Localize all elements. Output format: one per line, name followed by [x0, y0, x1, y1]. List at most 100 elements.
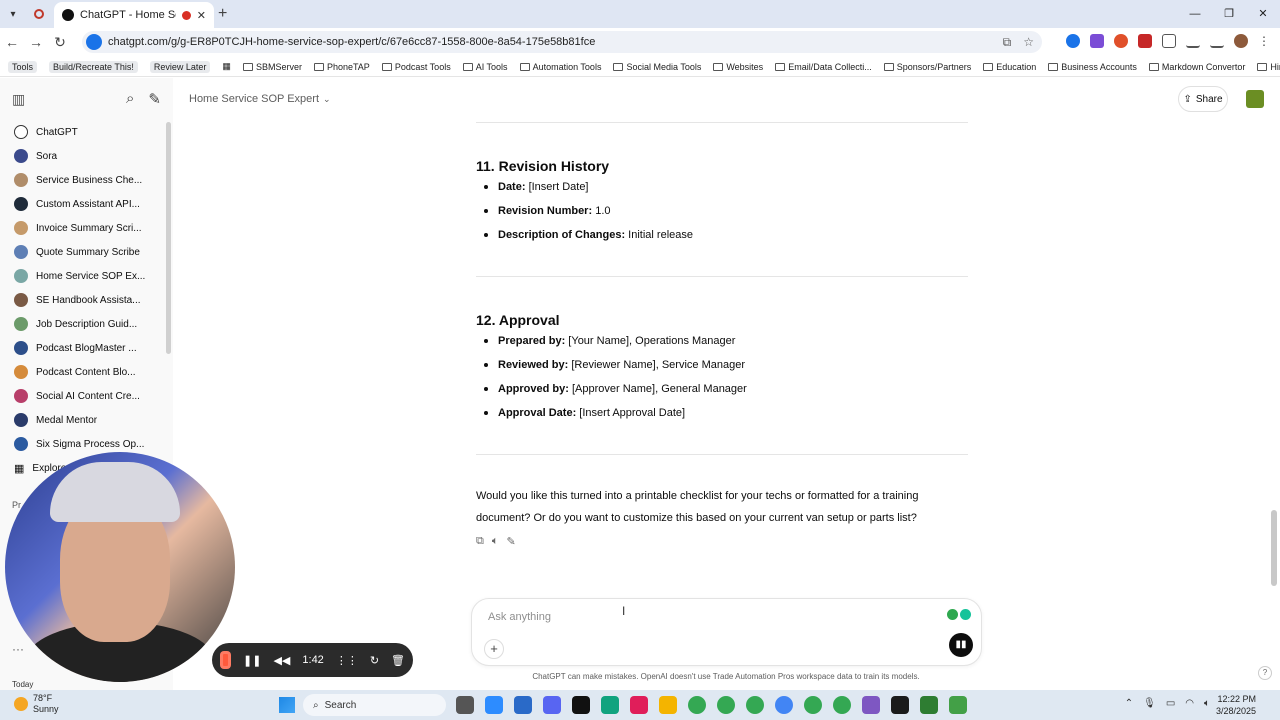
- apps-grid-icon[interactable]: ▦: [222, 61, 231, 72]
- chrome-icon[interactable]: [775, 696, 793, 714]
- start-button[interactable]: [279, 697, 295, 713]
- copy-icon[interactable]: ⧉: [476, 535, 484, 548]
- sidebar-item[interactable]: Sora: [0, 144, 173, 168]
- grid-icon[interactable]: ⋮⋮: [336, 654, 358, 667]
- app-icon[interactable]: [862, 696, 880, 714]
- chatgpt-app-icon[interactable]: [601, 696, 619, 714]
- restart-icon[interactable]: ↻: [370, 654, 379, 667]
- bookmark-item[interactable]: Hiring Tools: [1257, 62, 1280, 72]
- extension-icon[interactable]: [1066, 34, 1080, 48]
- extension-icon[interactable]: [1090, 34, 1104, 48]
- weather-widget[interactable]: 78°F Sunny: [14, 693, 59, 715]
- task-view-icon[interactable]: [456, 696, 474, 714]
- sidebar-item[interactable]: Podcast BlogMaster ...: [0, 336, 173, 360]
- bookmark-item[interactable]: Social Media Tools: [613, 62, 701, 72]
- display-icon[interactable]: ▭: [1166, 698, 1175, 709]
- rewind-icon[interactable]: ◀◀: [273, 654, 290, 667]
- restore-icon[interactable]: ❐: [1212, 0, 1246, 28]
- sidebar-item[interactable]: Invoice Summary Scri...: [0, 216, 173, 240]
- new-tab-icon[interactable]: +: [218, 5, 227, 23]
- site-info-icon[interactable]: [86, 34, 102, 50]
- bookmark-item[interactable]: AI Tools: [462, 62, 508, 72]
- sidebar-item[interactable]: Custom Assistant API...: [0, 192, 173, 216]
- bookmark-item[interactable]: Business Accounts: [1048, 62, 1137, 72]
- add-attachment-icon[interactable]: +: [484, 639, 504, 659]
- extension-icon[interactable]: [1114, 34, 1128, 48]
- sidebar-item[interactable]: Job Description Guid...: [0, 312, 173, 336]
- main-scrollbar[interactable]: [1271, 510, 1277, 586]
- bookmark-item[interactable]: Sponsors/Partners: [883, 62, 971, 72]
- help-icon[interactable]: ?: [1258, 666, 1272, 680]
- sidebar-scrollbar[interactable]: [166, 122, 171, 354]
- file-explorer-icon[interactable]: [659, 696, 677, 714]
- chrome-icon[interactable]: [746, 696, 764, 714]
- delete-icon[interactable]: 🗑︎: [391, 654, 405, 667]
- close-window-icon[interactable]: ✕: [1246, 0, 1280, 28]
- minimize-icon[interactable]: —: [1178, 0, 1212, 28]
- microphone-icon[interactable]: 🎙︎: [1143, 698, 1156, 709]
- wifi-icon[interactable]: ◠: [1185, 698, 1194, 709]
- chrome-icon[interactable]: [717, 696, 735, 714]
- tab-close-icon[interactable]: ✕: [197, 9, 206, 22]
- pause-icon[interactable]: ❚❚: [243, 654, 261, 667]
- tiktok-icon[interactable]: [572, 696, 590, 714]
- sidebar-item[interactable]: Home Service SOP Ex...: [0, 264, 173, 288]
- slack-icon[interactable]: [630, 696, 648, 714]
- gpt-title-dropdown[interactable]: Home Service SOP Expert ⌄: [189, 93, 331, 105]
- bookmark-item[interactable]: Education: [983, 62, 1036, 72]
- discord-icon[interactable]: [543, 696, 561, 714]
- bookmark-item[interactable]: PhoneTAP: [313, 62, 370, 72]
- bookmark-item[interactable]: Automation Tools: [519, 62, 601, 72]
- share-button[interactable]: ⇪ Share: [1178, 86, 1228, 112]
- sidebar-item[interactable]: Social AI Content Cre...: [0, 384, 173, 408]
- sidebar-item[interactable]: Quote Summary Scribe: [0, 240, 173, 264]
- spreadsheet-icon[interactable]: [920, 696, 938, 714]
- taskbar-search[interactable]: ⌕ Search: [303, 694, 446, 716]
- chrome-icon[interactable]: [833, 696, 851, 714]
- tab-list-chevron-icon[interactable]: ▾: [0, 0, 26, 28]
- volume-icon[interactable]: 🔈︎: [1204, 698, 1210, 709]
- chrome-icon[interactable]: [804, 696, 822, 714]
- forward-icon[interactable]: →: [24, 34, 48, 50]
- sidebar-item[interactable]: ChatGPT: [0, 120, 173, 144]
- bookmark-item[interactable]: Build/Recreate This!: [49, 60, 138, 73]
- tray-chevron-icon[interactable]: ⌃: [1125, 698, 1133, 709]
- bookmark-item[interactable]: Email/Data Collecti...: [775, 62, 872, 72]
- reading-list-icon[interactable]: [1186, 34, 1200, 48]
- sidebar-item[interactable]: Six Sigma Process Op...: [0, 432, 173, 456]
- app-icon[interactable]: [949, 696, 967, 714]
- new-chat-icon[interactable]: ✎: [148, 90, 161, 108]
- dollar-app-icon[interactable]: [891, 696, 909, 714]
- edit-icon[interactable]: ✎: [506, 535, 515, 548]
- bookmark-item[interactable]: Markdown Convertor: [1148, 62, 1245, 72]
- sidebar-item[interactable]: SE Handbook Assista...: [0, 288, 173, 312]
- bookmark-item[interactable]: Podcast Tools: [381, 62, 451, 72]
- app-icon[interactable]: [514, 696, 532, 714]
- zoom-icon[interactable]: [485, 696, 503, 714]
- profile-avatar-icon[interactable]: [1234, 34, 1248, 48]
- url-field[interactable]: chatgpt.com/g/g-ER8P0TCJH-home-service-s…: [82, 31, 1042, 53]
- browser-tab-active[interactable]: ChatGPT - Home Service SC ✕: [54, 2, 214, 28]
- sidebar-toggle-icon[interactable]: ▥: [12, 91, 25, 108]
- profile-icon[interactable]: [1246, 90, 1264, 108]
- read-aloud-icon[interactable]: 🔈︎: [492, 535, 499, 548]
- browser-menu-icon[interactable]: ⋮: [1258, 34, 1272, 48]
- voice-mode-icon[interactable]: ▮▮: [949, 633, 973, 657]
- bookmark-item[interactable]: SBMServer: [242, 62, 302, 72]
- stop-recording-button[interactable]: [220, 651, 232, 669]
- sidebar-item[interactable]: Service Business Che...: [0, 168, 173, 192]
- search-icon[interactable]: ⌕: [126, 90, 134, 108]
- prompt-input[interactable]: [488, 609, 928, 625]
- system-clock[interactable]: 12:22 PM 3/28/2025: [1216, 693, 1256, 717]
- grammarly-icon[interactable]: [960, 609, 971, 620]
- more-options-icon[interactable]: ···: [12, 642, 24, 656]
- bookmark-item[interactable]: Review Later: [149, 60, 211, 73]
- bookmark-star-icon[interactable]: ☆: [1023, 35, 1034, 50]
- bookmark-item[interactable]: Tools: [8, 60, 38, 73]
- cast-icon[interactable]: ⧉: [1003, 35, 1012, 50]
- bookmark-item[interactable]: Websites: [713, 62, 763, 72]
- extension-icon[interactable]: [1138, 34, 1152, 48]
- grammarly-icon[interactable]: [947, 609, 958, 620]
- chrome-icon[interactable]: [688, 696, 706, 714]
- reload-icon[interactable]: ↻: [48, 34, 72, 51]
